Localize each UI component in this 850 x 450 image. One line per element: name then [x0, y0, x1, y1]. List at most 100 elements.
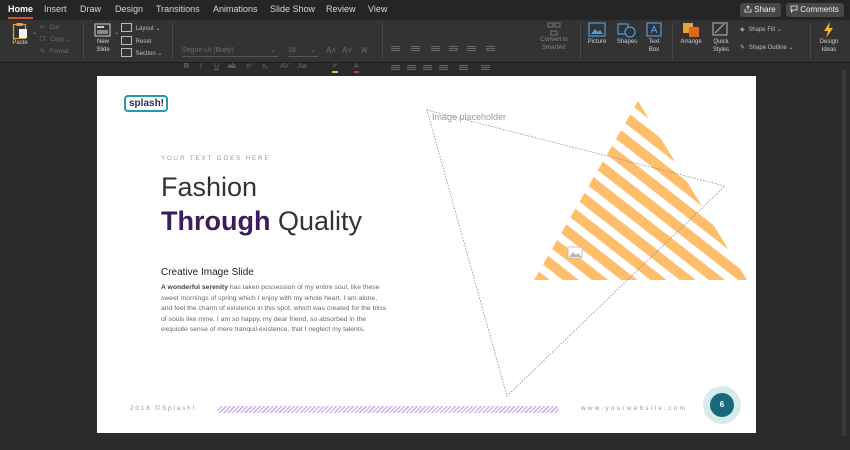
clear-formatting-icon[interactable]: A̸: [361, 46, 366, 55]
shapes-icon: [617, 23, 636, 38]
superscript-icon[interactable]: x²: [246, 63, 252, 70]
tab-review[interactable]: Review: [326, 4, 356, 14]
ribbon-separator: [382, 23, 383, 59]
format-label: Format: [49, 49, 69, 55]
share-icon: [744, 5, 752, 13]
cut-label: Cut: [49, 25, 60, 31]
shape-fill-button[interactable]: ◈ Shape Fill ⌄: [740, 26, 782, 33]
shape-outline-label: Shape Outline: [748, 45, 787, 51]
tab-transitions[interactable]: Transitions: [156, 4, 200, 14]
align-text-icon[interactable]: [481, 64, 490, 71]
font-name-value: Segoe UI (Body): [182, 47, 234, 54]
slide-footer-website: www.yourwebsite.com: [581, 405, 688, 412]
body-rest: has taken possession of my entire soul, …: [161, 284, 387, 334]
slide-canvas[interactable]: splash! Image placeholder YOUR TEXT GOES…: [97, 76, 756, 433]
picture-label: Picture: [587, 39, 607, 45]
subscript-icon[interactable]: x₂: [262, 63, 268, 70]
change-case-icon[interactable]: Aa: [298, 63, 307, 70]
paste-button[interactable]: Paste: [8, 22, 32, 47]
tab-view[interactable]: View: [368, 4, 387, 14]
picture-icon: [588, 22, 606, 37]
slide-headline-line2[interactable]: Through Quality: [161, 206, 362, 236]
arrange-icon: [683, 23, 699, 37]
copy-label: Copy: [50, 37, 65, 43]
bullets-icon[interactable]: [391, 45, 400, 52]
shapes-button[interactable]: Shapes: [614, 22, 640, 46]
picture-button[interactable]: Picture: [584, 22, 610, 46]
design-ideas-button[interactable]: Design Ideas: [814, 22, 844, 54]
smartart-icon: [547, 22, 561, 36]
cut-button[interactable]: ✂ Cut: [40, 24, 59, 31]
slide-body-text[interactable]: A wonderful serenity has taken possessio…: [161, 283, 389, 336]
new-slide-button[interactable]: New Slide: [92, 22, 114, 54]
shape-fill-label: Shape Fill: [748, 27, 775, 33]
align-right-icon[interactable]: [423, 64, 432, 71]
decrease-font-icon[interactable]: A˅: [342, 46, 352, 55]
section-dropdown-icon: ⌄: [157, 51, 163, 57]
layout-label: Layout: [135, 26, 154, 32]
ribbon-separator: [810, 23, 811, 59]
shape-fill-dropdown-icon: ⌄: [776, 27, 782, 33]
arrange-button[interactable]: Arrange: [676, 22, 706, 46]
text-direction-icon[interactable]: [459, 64, 468, 71]
underline-icon[interactable]: U: [214, 63, 219, 70]
font-size-field[interactable]: 18 ⌄: [288, 45, 318, 57]
page-number-badge: 6: [710, 393, 734, 417]
format-painter-button[interactable]: ✎ Format: [40, 48, 69, 55]
splash-logo: splash!: [124, 95, 168, 112]
paste-dropdown-icon[interactable]: ⌄: [32, 29, 37, 36]
bold-icon[interactable]: B: [184, 63, 189, 70]
font-name-field[interactable]: Segoe UI (Body) ⌄: [182, 45, 278, 57]
tab-design[interactable]: Design: [115, 4, 143, 14]
line-spacing-icon[interactable]: [467, 45, 476, 52]
tab-home[interactable]: Home: [8, 4, 34, 19]
quick-styles-button[interactable]: Quick Styles: [708, 22, 734, 54]
text-box-button[interactable]: Text Box: [644, 22, 664, 54]
increase-font-icon[interactable]: A˄: [326, 46, 336, 55]
text-box-icon: [646, 22, 662, 37]
columns-icon[interactable]: [486, 45, 495, 52]
decrease-indent-icon[interactable]: [431, 45, 440, 52]
paint-bucket-icon: ◈: [740, 27, 745, 33]
align-left-icon[interactable]: [391, 64, 400, 71]
new-slide-icon: [94, 23, 111, 37]
text-box-label-1: Text: [648, 39, 660, 45]
layout-button[interactable]: Layout ⌄: [121, 23, 160, 32]
section-button[interactable]: Section ⌄: [121, 48, 162, 57]
clipboard-icon: [12, 23, 27, 39]
slide-headline-line1[interactable]: Fashion: [161, 172, 257, 202]
reset-icon: [121, 36, 132, 45]
character-spacing-icon[interactable]: AV: [280, 63, 289, 70]
reset-label: Reset: [135, 39, 152, 45]
share-button[interactable]: Share: [740, 3, 781, 17]
slide-footer-stripe: [217, 406, 559, 413]
slide-subheading[interactable]: Creative Image Slide: [161, 267, 254, 278]
pen-outline-icon: ✎: [740, 45, 746, 51]
comments-button[interactable]: Comments: [786, 3, 844, 17]
tab-animations[interactable]: Animations: [213, 4, 258, 14]
justify-icon[interactable]: [439, 64, 448, 71]
shapes-label: Shapes: [616, 39, 638, 45]
tab-draw[interactable]: Draw: [80, 4, 101, 14]
text-box-label-2: Box: [648, 47, 660, 53]
tab-slide-show[interactable]: Slide Show: [270, 4, 315, 14]
shape-outline-button[interactable]: ✎ Shape Outline ⌄: [740, 44, 793, 51]
align-center-icon[interactable]: [407, 64, 416, 71]
share-label: Share: [754, 5, 776, 14]
font-color-icon[interactable]: A: [354, 63, 359, 73]
increase-indent-icon[interactable]: [449, 45, 458, 52]
reset-button[interactable]: Reset: [121, 36, 151, 45]
highlight-color-icon[interactable]: ✐: [332, 63, 338, 73]
layout-dropdown-icon: ⌄: [155, 26, 161, 32]
new-slide-dropdown-icon[interactable]: ⌄: [114, 29, 119, 36]
copy-button[interactable]: ❐ Copy ⌄: [40, 36, 71, 43]
numbering-icon[interactable]: [411, 45, 420, 52]
tab-insert[interactable]: Insert: [44, 4, 67, 14]
slide-eyebrow[interactable]: YOUR TEXT GOES HERE: [161, 156, 270, 162]
logo-text: splash!: [129, 98, 165, 109]
convert-smartart-button[interactable]: Convert to SmartArt: [532, 22, 576, 52]
strikethrough-icon[interactable]: ab: [228, 63, 236, 70]
convert-label-1: Convert to: [540, 37, 568, 43]
italic-icon[interactable]: I: [200, 63, 202, 70]
vertical-scrollbar[interactable]: [842, 70, 846, 436]
